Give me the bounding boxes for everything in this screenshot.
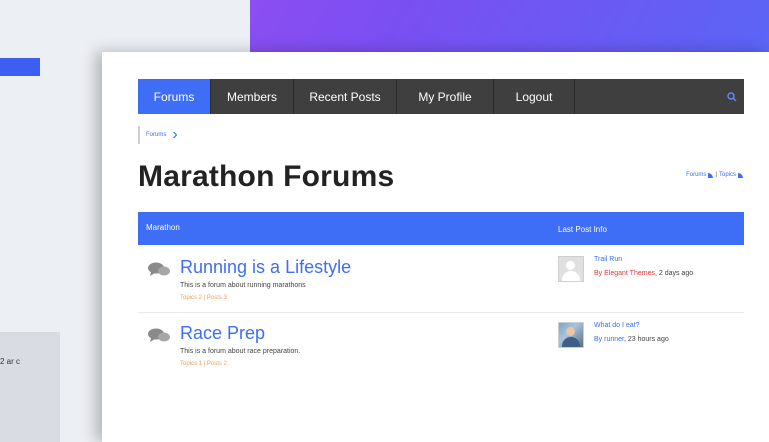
avatar [558, 256, 584, 282]
chevron-right-icon: › [172, 126, 178, 143]
last-post-meta: By runner, 23 hours ago [594, 336, 669, 343]
avatar [558, 322, 584, 348]
last-post-author[interactable]: By Elegant Themes [594, 270, 655, 277]
feed-separator: | [715, 172, 717, 178]
main-nav: Forums Members Recent Posts My Profile L… [138, 79, 744, 114]
nav-recent-posts[interactable]: Recent Posts [294, 79, 397, 114]
column-forum: Marathon [146, 223, 180, 232]
page-title: Marathon Forums [138, 160, 395, 193]
last-post-time: , 2 days ago [654, 270, 694, 277]
forum-description: This is a forum about running marathons [180, 282, 306, 289]
nav-forums[interactable]: Forums [138, 79, 211, 114]
last-post-author[interactable]: By runner [594, 336, 624, 343]
avatar-body [562, 337, 580, 347]
avatar-body [562, 271, 580, 281]
breadcrumb-forums[interactable]: Forums [146, 132, 166, 138]
column-last-post: Last Post Info [558, 225, 607, 234]
forum-description: This is a forum about race preparation. [180, 348, 301, 355]
feed-links: Forums | Topics [686, 172, 743, 178]
last-post-meta: By Elegant Themes, 2 days ago [594, 270, 693, 277]
chat-bubbles-icon [148, 328, 170, 342]
forum-table-header: Marathon Last Post Info [138, 212, 744, 245]
forum-counts: Topics 2 | Posts 3 [180, 295, 227, 301]
forum-row: Running is a Lifestyle This is a forum a… [138, 248, 744, 313]
background-window-band [0, 58, 40, 76]
avatar-head [566, 261, 575, 270]
last-post-title-link[interactable]: Trail Run [594, 256, 622, 263]
forum-counts: Topics 1 | Posts 2 [180, 361, 227, 367]
background-caption: 2 ar c [0, 357, 21, 366]
last-post-time: , 23 hours ago [623, 336, 669, 343]
forum-title-link[interactable]: Race Prep [180, 323, 265, 344]
background-window-strip [0, 332, 60, 442]
nav-logout[interactable]: Logout [494, 79, 575, 114]
nav-members[interactable]: Members [211, 79, 294, 114]
forum-title-link[interactable]: Running is a Lifestyle [180, 257, 351, 278]
chat-bubbles-icon [148, 262, 170, 276]
topics-feed-link[interactable]: Topics [719, 172, 736, 178]
search-icon[interactable] [720, 79, 744, 114]
breadcrumb: Forums › [138, 126, 178, 144]
rss-icon[interactable] [738, 172, 743, 178]
forums-feed-link[interactable]: Forums [686, 172, 706, 178]
forum-row: Race Prep This is a forum about race pre… [138, 314, 744, 378]
forum-page: Forums Members Recent Posts My Profile L… [102, 52, 769, 442]
avatar-head [566, 327, 575, 336]
last-post-title-link[interactable]: What do I eat? [594, 322, 640, 329]
rss-icon[interactable] [708, 172, 714, 178]
nav-my-profile[interactable]: My Profile [397, 79, 494, 114]
